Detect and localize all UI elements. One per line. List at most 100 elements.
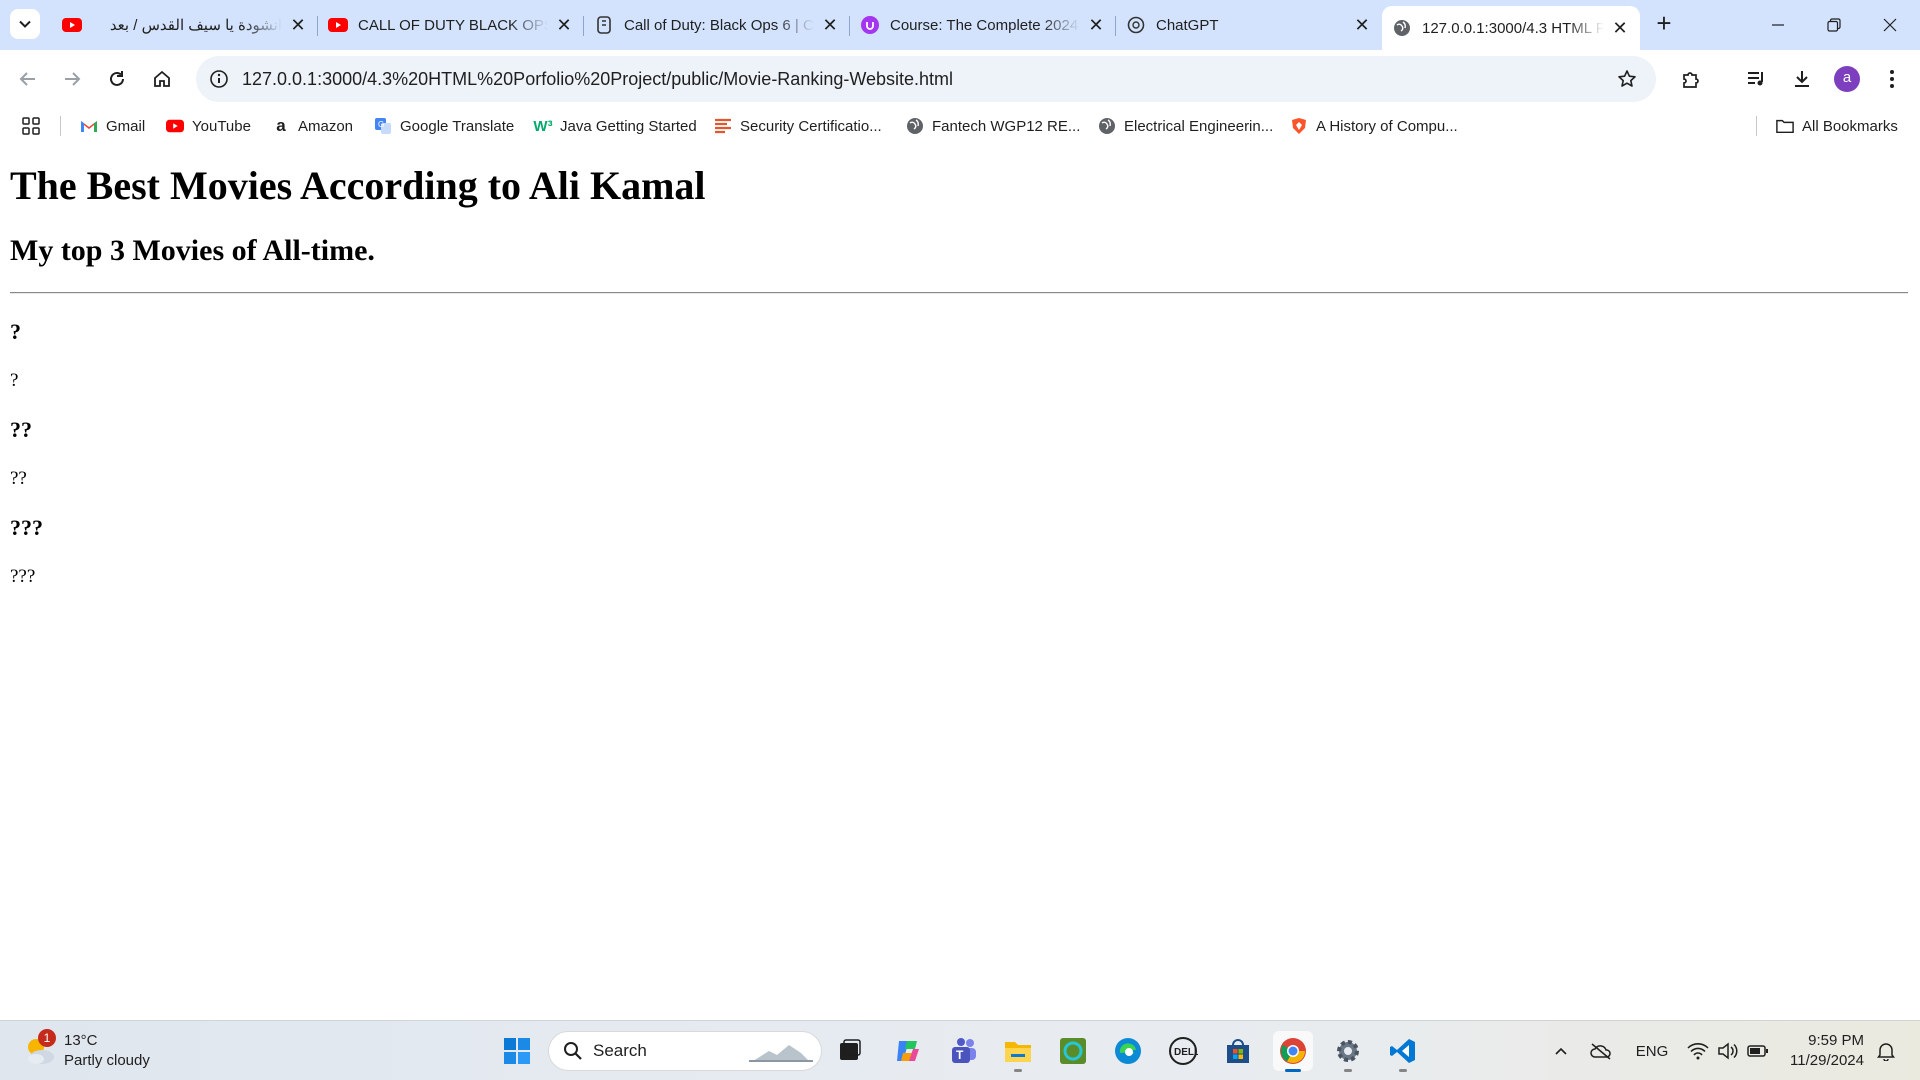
restore-icon bbox=[1827, 18, 1841, 32]
dell-button[interactable]: DELL bbox=[1163, 1031, 1203, 1071]
translate-icon: G bbox=[374, 117, 392, 135]
gear-icon bbox=[1337, 1040, 1359, 1062]
extensions-button[interactable] bbox=[1675, 63, 1707, 95]
folder-icon bbox=[1005, 1042, 1031, 1062]
bookmark-label: A History of Compu... bbox=[1316, 117, 1458, 135]
minimize-icon bbox=[1772, 24, 1784, 26]
bookmark-gmail[interactable]: Gmail bbox=[80, 115, 145, 137]
wifi-button[interactable] bbox=[1684, 1031, 1712, 1071]
url-text[interactable]: 127.0.0.1:3000/4.3%20HTML%20Porfolio%20P… bbox=[242, 69, 1612, 90]
teams-button[interactable]: T bbox=[943, 1031, 983, 1071]
teams-icon: T bbox=[952, 1038, 976, 1063]
volume-button[interactable] bbox=[1714, 1031, 1742, 1071]
bookmark-fantech[interactable]: Fantech WGP12 RE... bbox=[906, 115, 1080, 137]
close-icon[interactable]: ✕ bbox=[1086, 15, 1106, 35]
globe-icon bbox=[906, 117, 924, 135]
onedrive-button[interactable] bbox=[1586, 1031, 1616, 1071]
profile-button[interactable]: a bbox=[1831, 63, 1863, 95]
dell-icon: DELL bbox=[1169, 1037, 1198, 1065]
close-window-button[interactable] bbox=[1862, 0, 1918, 50]
page-icon bbox=[594, 15, 614, 35]
close-icon[interactable]: ✕ bbox=[554, 15, 574, 35]
taskbar-search[interactable]: Search bbox=[548, 1031, 822, 1071]
show-hidden-icons-button[interactable] bbox=[1548, 1031, 1574, 1071]
close-icon[interactable]: ✕ bbox=[288, 15, 308, 35]
clock[interactable]: 9:59 PM 11/29/2024 bbox=[1790, 1031, 1864, 1071]
tab-chatgpt[interactable]: ChatGPT ✕ bbox=[1116, 6, 1382, 44]
tab-title: Course: The Complete 2024 bbox=[890, 16, 1079, 34]
file-explorer-button[interactable] bbox=[998, 1031, 1038, 1072]
bookmark-amazon[interactable]: a Amazon bbox=[272, 115, 353, 137]
battery-icon bbox=[1747, 1045, 1768, 1057]
language-indicator[interactable]: ENG bbox=[1630, 1031, 1674, 1071]
udemy-icon bbox=[860, 15, 880, 35]
bookmark-label: Fantech WGP12 RE... bbox=[932, 117, 1081, 135]
bookmark-google-translate[interactable]: G Google Translate bbox=[374, 115, 514, 137]
page-content: The Best Movies According to Ali Kamal M… bbox=[0, 142, 1920, 1020]
task-view-button[interactable] bbox=[830, 1031, 870, 1071]
movie-heading-2: ?? bbox=[10, 417, 32, 442]
tab-title: ChatGPT bbox=[1156, 16, 1219, 34]
back-button[interactable] bbox=[12, 63, 44, 95]
search-icon bbox=[564, 1042, 582, 1060]
tab-title: 127.0.0.1:3000/4.3 HTML P bbox=[1422, 19, 1604, 37]
all-bookmarks-button[interactable]: All Bookmarks bbox=[1776, 115, 1898, 137]
playlist-icon bbox=[1748, 72, 1763, 86]
cloud-offline-icon bbox=[1590, 1043, 1611, 1060]
youtube-icon bbox=[62, 15, 82, 35]
download-icon bbox=[1795, 71, 1809, 87]
close-icon[interactable]: ✕ bbox=[1610, 18, 1630, 38]
movie-heading-3: ??? bbox=[10, 515, 43, 540]
vscode-button[interactable] bbox=[1383, 1031, 1423, 1072]
xbox-icon bbox=[1060, 1038, 1086, 1064]
menu-button[interactable] bbox=[1876, 63, 1908, 95]
copilot-button[interactable] bbox=[888, 1031, 928, 1071]
site-info-icon[interactable] bbox=[208, 68, 230, 90]
tab-youtube-cod[interactable]: CALL OF DUTY BLACK OPS 6 ✕ bbox=[318, 6, 584, 44]
task-view-icon bbox=[840, 1039, 861, 1060]
tab-title: CALL OF DUTY BLACK OPS 6 bbox=[358, 16, 548, 34]
reload-icon bbox=[110, 71, 124, 86]
movie-text-1: ? bbox=[10, 370, 19, 391]
forward-button[interactable] bbox=[56, 63, 88, 95]
restore-button[interactable] bbox=[1806, 0, 1862, 50]
tab-cod-black-ops[interactable]: Call of Duty: Black Ops 6 | C ✕ bbox=[584, 6, 850, 44]
tab-search-button[interactable] bbox=[10, 9, 40, 39]
bookmark-java-getting-started[interactable]: W³ Java Getting Started bbox=[533, 115, 696, 137]
close-icon[interactable]: ✕ bbox=[820, 15, 840, 35]
edge-button[interactable] bbox=[1108, 1031, 1148, 1071]
media-controls-button[interactable] bbox=[1740, 63, 1772, 95]
chrome-button[interactable] bbox=[1273, 1031, 1313, 1072]
svg-text:T: T bbox=[956, 1048, 964, 1062]
reload-button[interactable] bbox=[101, 63, 133, 95]
tab-local-movie-ranking[interactable]: 127.0.0.1:3000/4.3 HTML P ✕ bbox=[1382, 6, 1640, 50]
bookmark-history-of-computing[interactable]: A History of Compu... bbox=[1290, 115, 1458, 137]
apps-button[interactable] bbox=[22, 115, 48, 137]
close-icon bbox=[1883, 18, 1897, 32]
partly-cloudy-icon: 1 bbox=[22, 1029, 58, 1069]
new-tab-button[interactable]: + bbox=[1650, 10, 1678, 38]
chevron-up-icon bbox=[1555, 1047, 1567, 1055]
bookmark-electrical-engineering[interactable]: Electrical Engineerin... bbox=[1098, 115, 1273, 137]
battery-button[interactable] bbox=[1744, 1031, 1772, 1071]
tab-youtube-nasheed[interactable]: انشودة يا سيف القدس / بعد ✕ bbox=[52, 6, 318, 44]
start-button[interactable] bbox=[497, 1031, 537, 1071]
address-bar[interactable]: 127.0.0.1:3000/4.3%20HTML%20Porfolio%20P… bbox=[196, 56, 1656, 102]
minimize-button[interactable] bbox=[1750, 0, 1806, 50]
tab-udemy-course[interactable]: Course: The Complete 2024 ✕ bbox=[850, 6, 1116, 44]
close-icon[interactable]: ✕ bbox=[1352, 15, 1372, 35]
home-button[interactable] bbox=[146, 63, 178, 95]
bookmark-star-icon[interactable] bbox=[1612, 64, 1642, 94]
bookmark-label: Security Certificatio... bbox=[740, 117, 882, 135]
settings-button[interactable] bbox=[1328, 1031, 1368, 1072]
weather-widget[interactable]: 1 13°C Partly cloudy bbox=[22, 1029, 150, 1071]
w3-icon: W³ bbox=[533, 117, 553, 135]
weather-condition: Partly cloudy bbox=[64, 1052, 150, 1069]
microsoft-store-button[interactable] bbox=[1218, 1031, 1258, 1071]
bell-icon bbox=[1877, 1043, 1895, 1061]
bookmark-youtube[interactable]: YouTube bbox=[166, 115, 251, 137]
xbox-app-button[interactable] bbox=[1053, 1031, 1093, 1071]
downloads-button[interactable] bbox=[1786, 63, 1818, 95]
notifications-button[interactable] bbox=[1870, 1031, 1902, 1071]
bookmark-security-certification[interactable]: Security Certificatio... bbox=[714, 115, 882, 137]
